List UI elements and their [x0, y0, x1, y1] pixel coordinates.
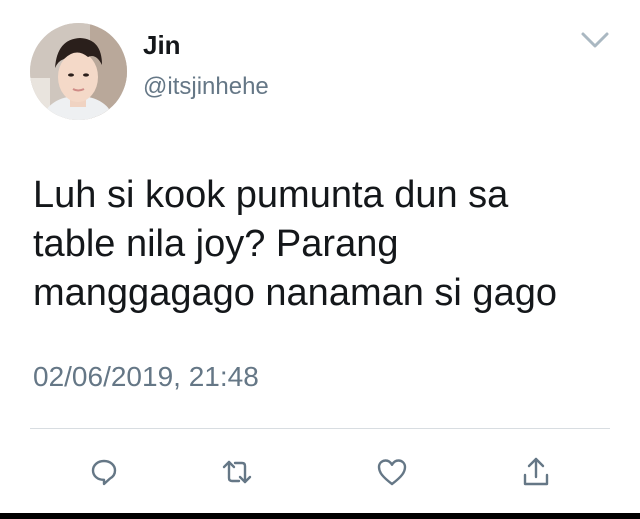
- retweet-button[interactable]: [215, 450, 259, 494]
- tweet-text-line: table nila joy? Parang: [33, 223, 399, 265]
- share-icon: [523, 457, 549, 486]
- retweet-icon: [222, 460, 252, 484]
- tweet-text-line: Luh si kook pumunta dun sa: [33, 174, 509, 216]
- tweet-text-line: manggagago nanaman si gago: [33, 272, 557, 314]
- heart-icon: [377, 459, 407, 486]
- bottom-edge: [0, 513, 640, 519]
- share-button[interactable]: [514, 450, 558, 494]
- avatar-image: [30, 23, 127, 120]
- like-button[interactable]: [370, 450, 414, 494]
- avatar[interactable]: [30, 23, 127, 120]
- tweet-text: Luh si kook pumunta dun sa table nila jo…: [33, 171, 623, 318]
- divider: [30, 428, 610, 429]
- tweet-card: Jin @itsjinhehe Luh si kook pumunta dun …: [0, 0, 640, 519]
- user-handle[interactable]: @itsjinhehe: [143, 72, 269, 102]
- reply-button[interactable]: [82, 450, 126, 494]
- chevron-down-icon[interactable]: [578, 26, 612, 54]
- display-name[interactable]: Jin: [143, 29, 181, 61]
- speech-bubble-icon: [91, 459, 117, 486]
- tweet-timestamp[interactable]: 02/06/2019, 21:48: [33, 360, 259, 394]
